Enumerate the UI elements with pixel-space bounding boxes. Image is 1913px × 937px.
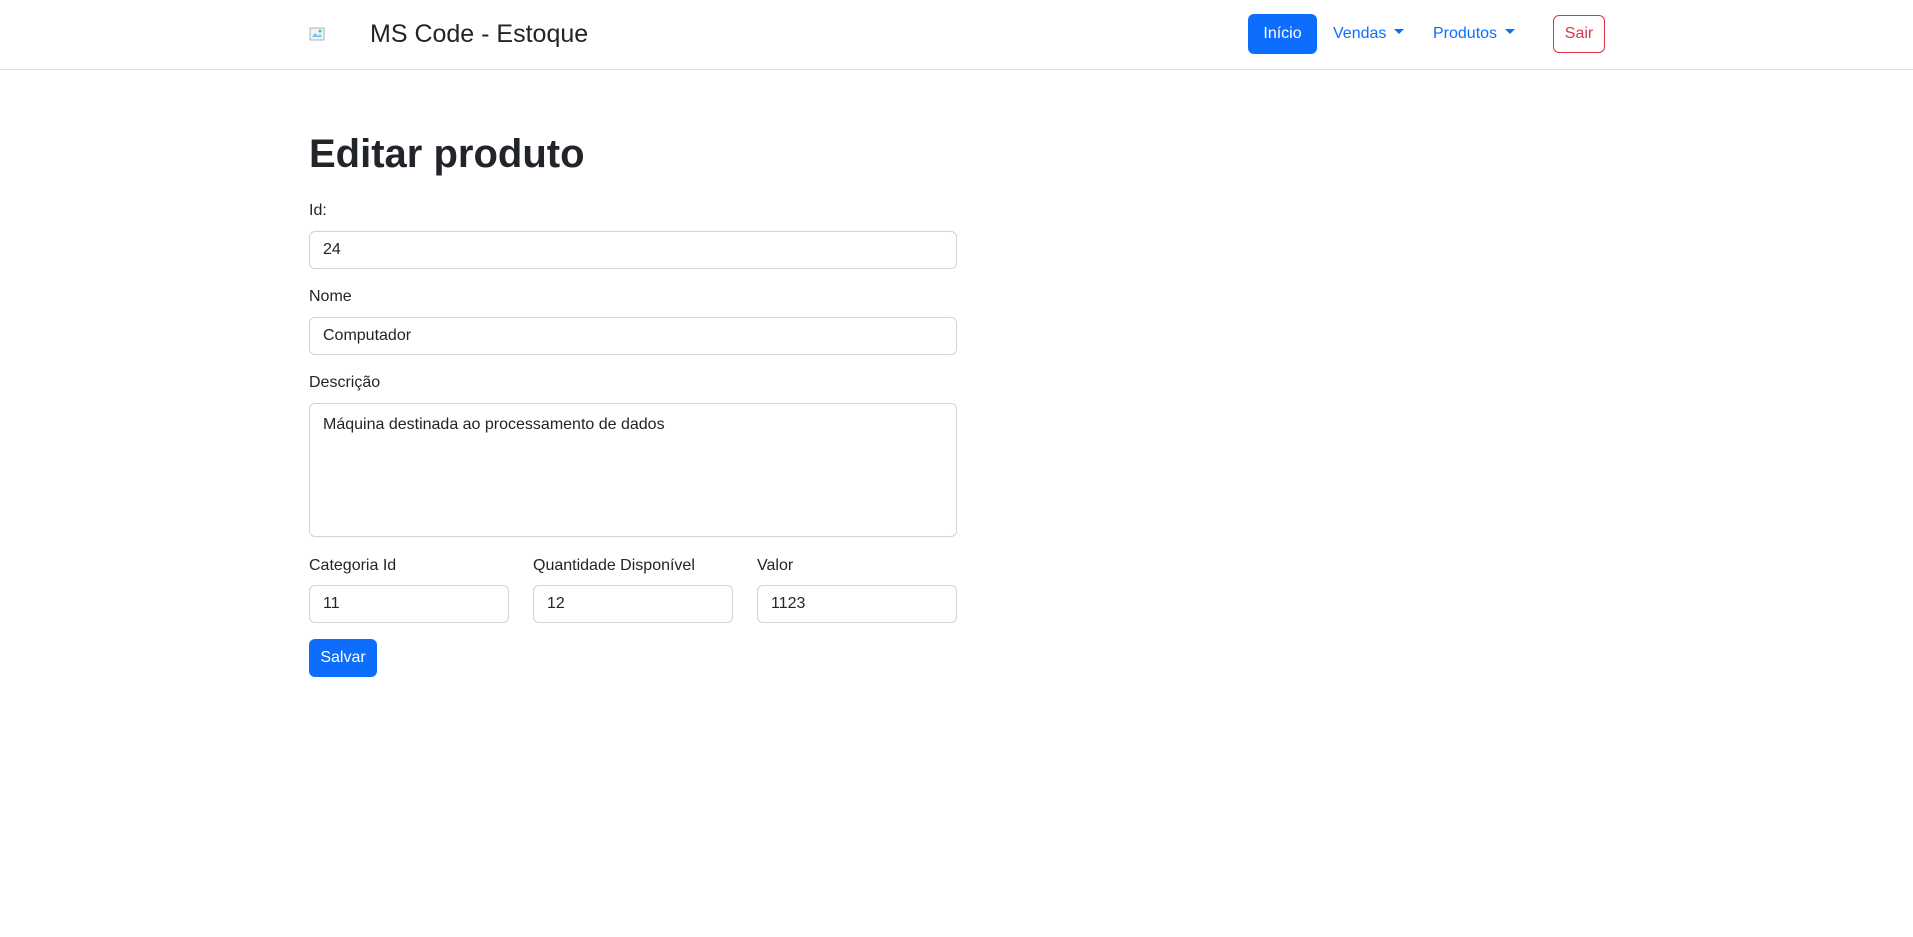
price-field[interactable]: 1123 bbox=[757, 585, 957, 623]
price-label: Valor bbox=[757, 557, 794, 574]
nav-home-button[interactable]: Início bbox=[1248, 14, 1317, 54]
nav-products-label: Produtos bbox=[1433, 25, 1498, 42]
page-title: Editar produto bbox=[309, 132, 585, 176]
nav-products-dropdown[interactable]: Produtos bbox=[1433, 14, 1516, 54]
top-navbar: MS Code - Estoque Início Vendas Produtos… bbox=[0, 0, 1913, 70]
save-button[interactable]: Salvar bbox=[309, 639, 377, 677]
brand-title[interactable]: MS Code - Estoque bbox=[370, 18, 588, 50]
quantity-field[interactable]: 12 bbox=[533, 585, 733, 623]
name-label: Nome bbox=[309, 288, 352, 305]
caret-down-icon bbox=[1394, 29, 1405, 35]
description-textarea[interactable]: Máquina destinada ao processamento de da… bbox=[309, 403, 957, 537]
quantity-label: Quantidade Disponível bbox=[533, 557, 695, 574]
nav-sales-label: Vendas bbox=[1333, 25, 1387, 42]
caret-down-icon bbox=[1505, 29, 1516, 35]
category-id-field[interactable]: 11 bbox=[309, 585, 509, 623]
broken-image-icon[interactable] bbox=[309, 26, 325, 42]
nav-sales-dropdown[interactable]: Vendas bbox=[1333, 14, 1405, 54]
description-label: Descrição bbox=[309, 374, 381, 391]
id-field[interactable]: 24 bbox=[309, 231, 957, 269]
name-field[interactable]: Computador bbox=[309, 317, 957, 355]
id-label: Id: bbox=[309, 202, 327, 219]
category-label: Categoria Id bbox=[309, 557, 397, 574]
logout-button[interactable]: Sair bbox=[1553, 15, 1605, 53]
